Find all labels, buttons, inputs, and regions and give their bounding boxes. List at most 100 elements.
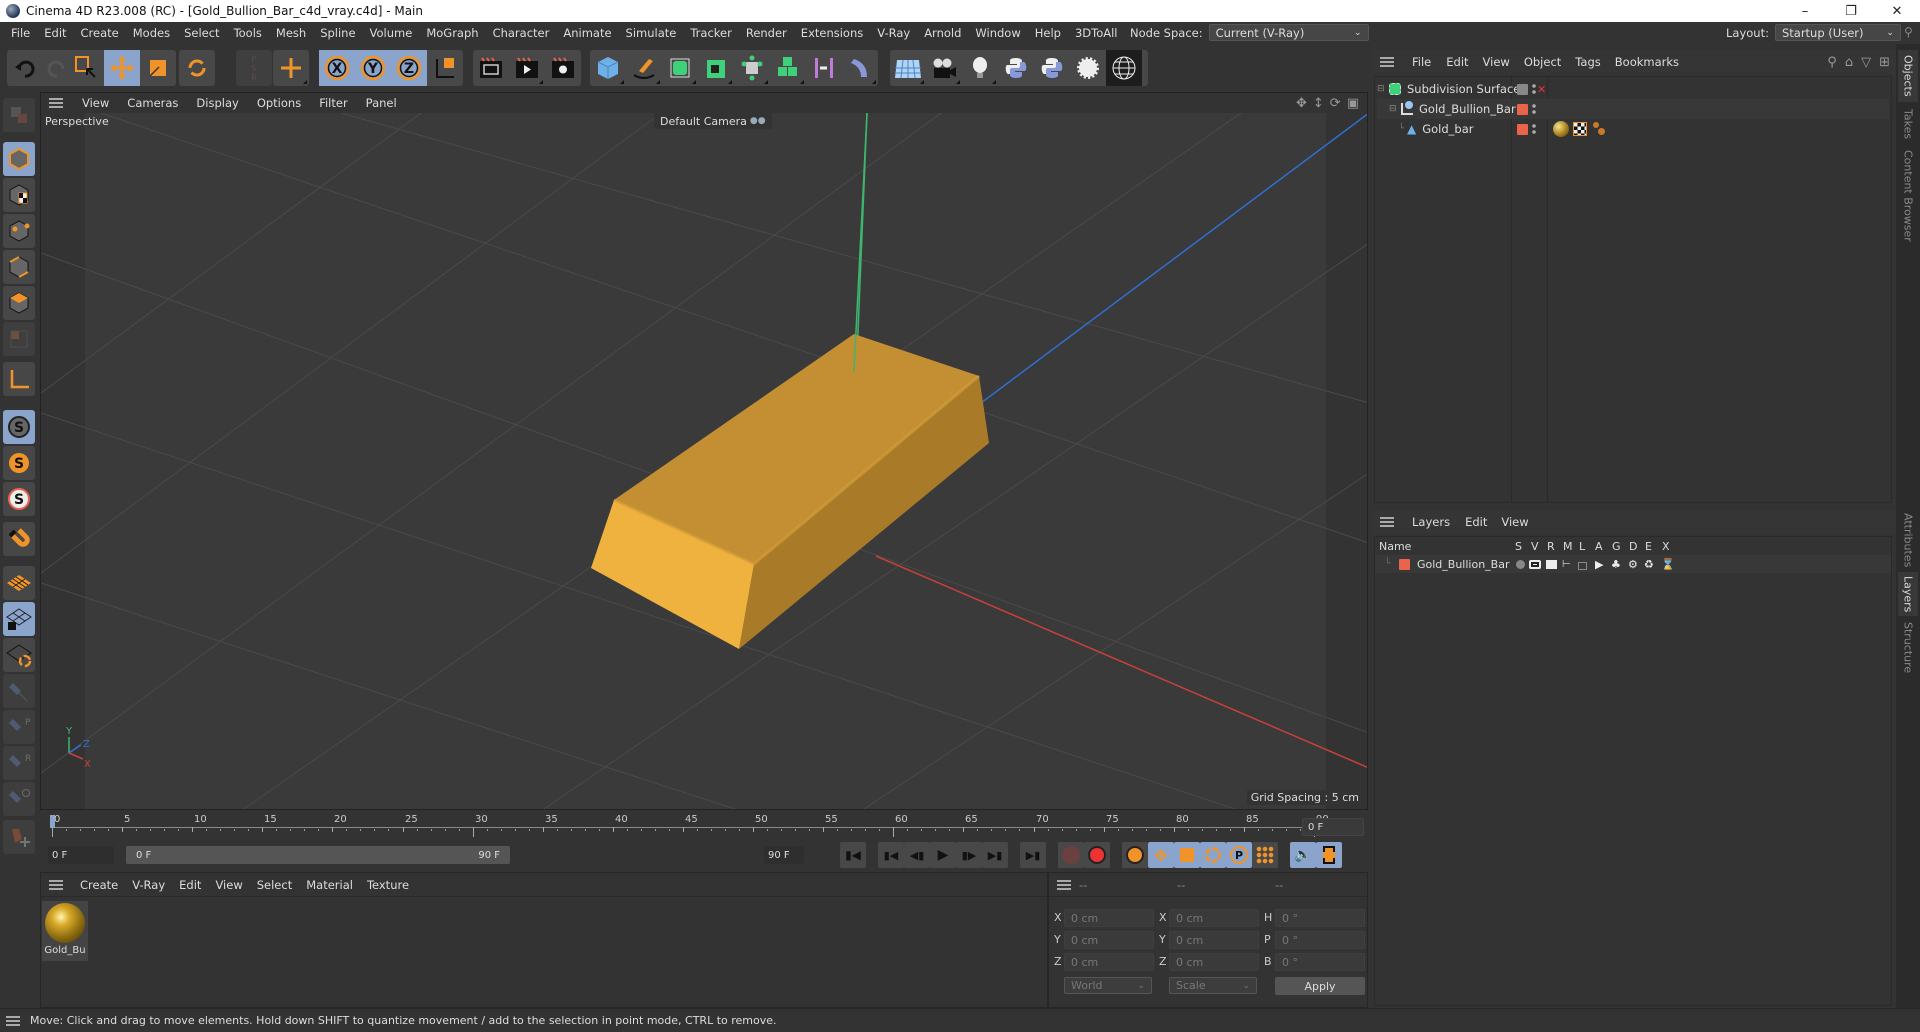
material-menu-edit[interactable]: Edit [172, 878, 208, 892]
workplane-button[interactable] [3, 566, 35, 600]
orbit-view-icon[interactable]: ⟳ [1330, 96, 1341, 111]
layout-dropdown[interactable]: Startup (User) ⌄ [1774, 24, 1901, 41]
python-button[interactable] [998, 50, 1034, 86]
viewport-menu-options[interactable]: Options [248, 96, 310, 110]
generators-icon[interactable]: ♣ [1611, 558, 1621, 571]
play-button[interactable]: ▶ [930, 842, 956, 868]
objects-menu-tags[interactable]: Tags [1568, 55, 1607, 69]
rot-p-field[interactable]: 0 ° [1275, 931, 1365, 949]
transform-mode-dropdown[interactable]: Scale ⌄ [1169, 977, 1257, 994]
sphere-wireframe-button[interactable] [1106, 50, 1142, 86]
magnet-button[interactable] [3, 522, 35, 556]
rot-b-field[interactable]: 0 ° [1275, 953, 1365, 971]
key-position-button[interactable]: ✥ [1148, 842, 1174, 868]
tab-attributes[interactable]: Attributes [1898, 510, 1918, 570]
visibility-dots-icon[interactable] [1532, 83, 1536, 95]
layer-color-chip[interactable] [1517, 103, 1528, 115]
key-rotation-button[interactable] [1200, 842, 1226, 868]
viewport-perspective[interactable]: View Cameras Display Options Filter Pane… [40, 92, 1368, 810]
vray-tag-icon[interactable] [1593, 122, 1607, 136]
column-m[interactable]: M [1563, 540, 1573, 553]
pan-view-icon[interactable]: ✥ [1296, 96, 1307, 111]
menu-window[interactable]: Window [968, 26, 1027, 40]
tab-structure[interactable]: Structure [1898, 618, 1918, 678]
column-g[interactable]: G [1612, 540, 1621, 553]
layer-color-chip[interactable] [1399, 558, 1410, 570]
menu-animate[interactable]: Animate [556, 26, 618, 40]
menu-select[interactable]: Select [177, 26, 226, 40]
deformer-button[interactable] [842, 50, 878, 86]
new-window-icon[interactable]: ⊞ [1879, 55, 1890, 70]
previous-frame-button[interactable]: ◀▮ [904, 842, 930, 868]
render-picture-viewer-button[interactable] [509, 50, 545, 86]
edges-mode-button[interactable] [3, 250, 35, 284]
column-s[interactable]: S [1515, 540, 1522, 553]
objects-menu-edit[interactable]: Edit [1439, 55, 1475, 69]
menu-mograph[interactable]: MoGraph [419, 26, 485, 40]
hamburger-menu-icon[interactable] [49, 879, 63, 890]
menu-vray[interactable]: V-Ray [870, 26, 917, 40]
polygons-mode-button[interactable] [3, 286, 35, 320]
next-frame-button[interactable]: ▮▶ [956, 842, 982, 868]
key-pla-button[interactable] [1252, 842, 1278, 868]
material-swatch[interactable]: Gold_Bu [42, 901, 88, 961]
sound-button[interactable]: 🔈 [1290, 842, 1316, 868]
object-row-gold-bullion-bar[interactable]: ⊟ Gold_Bullion_Bar [1377, 99, 1889, 119]
align-workplane-button[interactable] [3, 638, 35, 672]
current-frame-field[interactable]: 0 F [1302, 818, 1364, 836]
menu-3dtoall[interactable]: 3DToAll [1068, 26, 1125, 40]
disabled-x-icon[interactable]: ✕ [1537, 83, 1546, 96]
hamburger-menu-icon[interactable] [49, 98, 63, 108]
home-icon[interactable]: ⌂ [1845, 55, 1853, 70]
timeline-film-button[interactable] [1316, 842, 1342, 868]
column-l[interactable]: L [1579, 540, 1585, 553]
objects-menu-file[interactable]: File [1404, 55, 1439, 69]
menu-character[interactable]: Character [486, 26, 557, 40]
key-parameter-button[interactable]: P [1226, 842, 1252, 868]
animation-play-icon[interactable]: ▶ [1595, 558, 1603, 571]
layers-menu-edit[interactable]: Edit [1458, 515, 1494, 529]
menu-render[interactable]: Render [739, 26, 794, 40]
pin-tool-button[interactable] [3, 674, 35, 708]
viewport-menu-filter[interactable]: Filter [310, 96, 356, 110]
model-mode-button[interactable] [3, 142, 35, 176]
scale-button[interactable] [140, 50, 176, 86]
uv-mode-button[interactable] [3, 322, 35, 356]
manager-hierarchy-icon[interactable]: ⊢ [1562, 559, 1571, 570]
close-button[interactable]: ✕ [1874, 0, 1920, 22]
floor-button[interactable] [890, 50, 926, 86]
coordinate-mode-dropdown[interactable]: World ⌄ [1064, 977, 1152, 994]
objects-menu-object[interactable]: Object [1517, 55, 1568, 69]
material-menu-vray[interactable]: V-Ray [125, 878, 172, 892]
key-scale-button[interactable] [1174, 842, 1200, 868]
menu-create[interactable]: Create [74, 26, 126, 40]
material-menu-texture[interactable]: Texture [360, 878, 416, 892]
menu-extensions[interactable]: Extensions [794, 26, 870, 40]
keyframe-selection-button[interactable] [1122, 842, 1148, 868]
deformers-icon[interactable]: ⚙ [1628, 558, 1638, 571]
column-v[interactable]: V [1531, 540, 1539, 553]
menu-arnold[interactable]: Arnold [917, 26, 968, 40]
previous-key-button[interactable]: ▮◀ [878, 842, 904, 868]
layers-menu-view[interactable]: View [1494, 515, 1535, 529]
cloner-button[interactable] [734, 50, 770, 86]
locked-workplane-button[interactable] [3, 602, 35, 636]
column-name[interactable]: Name [1379, 540, 1411, 553]
next-key-button[interactable]: ▶▮ [982, 842, 1008, 868]
objects-menu-bookmarks[interactable]: Bookmarks [1608, 55, 1686, 69]
edit-render-toggle-icon[interactable] [1517, 83, 1528, 95]
render-clapper-icon[interactable] [1546, 559, 1557, 569]
psr-button[interactable]: PSR [236, 50, 272, 86]
pin-target-button[interactable] [3, 782, 35, 816]
layer-name[interactable]: Gold_Bullion_Bar [1417, 558, 1510, 571]
material-menu-select[interactable]: Select [250, 878, 299, 892]
objects-menu-view[interactable]: View [1476, 55, 1517, 69]
pos-z-field[interactable]: 0 cm [1064, 953, 1154, 971]
restore-button[interactable]: ❐ [1828, 0, 1874, 22]
pin-p-button[interactable]: P [3, 710, 35, 744]
node-space-dropdown[interactable]: Current (V-Ray) ⌄ [1208, 24, 1369, 41]
size-z-field[interactable]: 0 cm [1169, 953, 1259, 971]
render-settings-button[interactable] [545, 50, 581, 86]
size-y-field[interactable]: 0 cm [1169, 931, 1259, 949]
layers-menu-layers[interactable]: Layers [1404, 515, 1458, 529]
